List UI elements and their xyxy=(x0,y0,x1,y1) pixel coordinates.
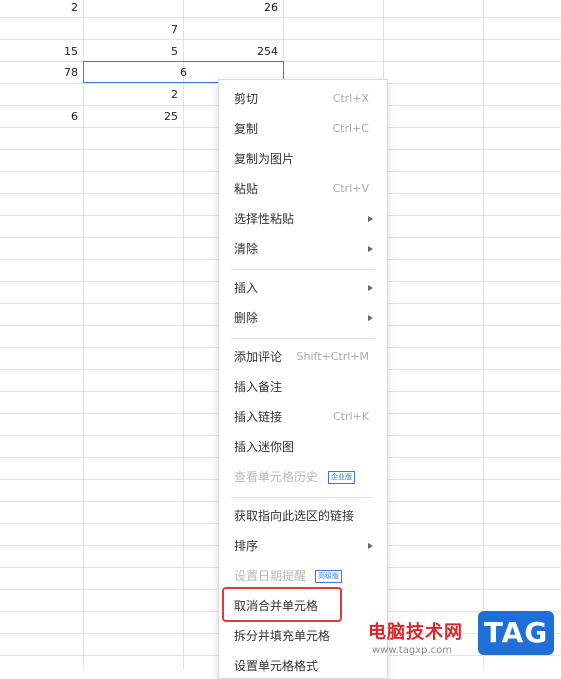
menu-item-label: 插入 xyxy=(234,281,259,295)
menu-item-label: 复制为图片 xyxy=(234,152,295,166)
highlight-box xyxy=(222,587,342,622)
cell-b5[interactable]: 2 xyxy=(83,85,183,105)
menu-item-date-reminder[interactable]: 设置日期提醒 高级版 xyxy=(219,565,387,587)
shortcut-label: Shift+Ctrl+M xyxy=(296,350,370,363)
menu-item-paste-special[interactable]: 选择性粘贴 xyxy=(219,208,387,230)
menu-item-cell-history[interactable]: 查看单元格历史 企业版 xyxy=(219,466,387,488)
shortcut-label: Ctrl+K xyxy=(332,410,369,423)
menu-item-copy[interactable]: 复制 Ctrl+C xyxy=(219,118,387,140)
menu-item-label: 粘贴 xyxy=(234,182,259,196)
menu-item-insert-link[interactable]: 插入链接 Ctrl+K xyxy=(219,406,387,428)
shortcut-label: Ctrl+C xyxy=(332,122,369,135)
menu-item-clear[interactable]: 清除 xyxy=(219,238,387,260)
menu-item-label: 排序 xyxy=(234,539,259,553)
premium-badge: 高级版 xyxy=(315,570,342,583)
cell-b2[interactable]: 7 xyxy=(83,20,183,40)
cell-b6[interactable]: 25 xyxy=(83,107,183,127)
menu-separator xyxy=(231,338,374,339)
column-divider xyxy=(183,0,184,670)
menu-item-cell-format[interactable]: 设置单元格格式 xyxy=(219,655,387,677)
menu-item-label: 插入迷你图 xyxy=(234,440,295,454)
menu-item-sort[interactable]: 排序 xyxy=(219,535,387,557)
menu-item-delete[interactable]: 删除 xyxy=(219,307,387,329)
menu-item-add-comment[interactable]: 添加评论 Shift+Ctrl+M xyxy=(219,346,387,368)
shortcut-label: Ctrl+V xyxy=(332,182,369,195)
tag-logo: TAG xyxy=(478,611,554,655)
cell-a1[interactable]: 2 xyxy=(0,0,83,18)
submenu-arrow-icon xyxy=(368,285,373,291)
menu-item-paste[interactable]: 粘贴 Ctrl+V xyxy=(219,178,387,200)
menu-item-label: 插入备注 xyxy=(234,380,283,394)
menu-item-insert[interactable]: 插入 xyxy=(219,277,387,299)
menu-item-copy-as-image[interactable]: 复制为图片 xyxy=(219,148,387,170)
cell-a4[interactable]: 78 xyxy=(0,63,83,83)
submenu-arrow-icon xyxy=(368,216,373,222)
menu-item-label: 添加评论 xyxy=(234,350,283,364)
menu-item-cut[interactable]: 剪切 Ctrl+X xyxy=(219,88,387,110)
menu-item-label: 拆分并填充单元格 xyxy=(234,629,331,643)
shortcut-label: Ctrl+X xyxy=(332,92,369,105)
menu-item-split-and-fill[interactable]: 拆分并填充单元格 xyxy=(219,625,387,647)
enterprise-badge: 企业版 xyxy=(328,471,355,484)
menu-item-get-link[interactable]: 获取指向此选区的链接 xyxy=(219,505,387,527)
menu-item-label: 选择性粘贴 xyxy=(234,212,295,226)
menu-separator xyxy=(231,269,374,270)
cell-b3[interactable]: 5 xyxy=(83,42,183,62)
submenu-arrow-icon xyxy=(368,315,373,321)
submenu-arrow-icon xyxy=(368,543,373,549)
menu-item-insert-note[interactable]: 插入备注 xyxy=(219,376,387,398)
cell-c3[interactable]: 254 xyxy=(183,42,283,62)
menu-separator xyxy=(231,497,374,498)
submenu-arrow-icon xyxy=(368,246,373,252)
menu-item-label: 剪切 xyxy=(234,92,259,106)
menu-item-label: 删除 xyxy=(234,311,259,325)
watermark-url: www.tagxp.com xyxy=(372,645,452,656)
watermark-site-name: 电脑技术网 xyxy=(368,622,463,643)
menu-item-label: 复制 xyxy=(234,122,259,136)
cell-a6[interactable]: 6 xyxy=(0,107,83,127)
menu-item-label: 清除 xyxy=(234,242,259,256)
cell-a3[interactable]: 15 xyxy=(0,42,83,62)
menu-item-insert-sparkline[interactable]: 插入迷你图 xyxy=(219,436,387,458)
menu-item-label: 设置单元格格式 xyxy=(234,659,319,673)
menu-item-label: 查看单元格历史 xyxy=(234,470,319,484)
menu-item-label: 设置日期提醒 xyxy=(234,569,307,583)
cell-c1[interactable]: 26 xyxy=(183,0,283,18)
menu-item-label: 获取指向此选区的链接 xyxy=(234,509,355,523)
menu-item-label: 插入链接 xyxy=(234,410,283,424)
column-divider xyxy=(483,0,484,670)
